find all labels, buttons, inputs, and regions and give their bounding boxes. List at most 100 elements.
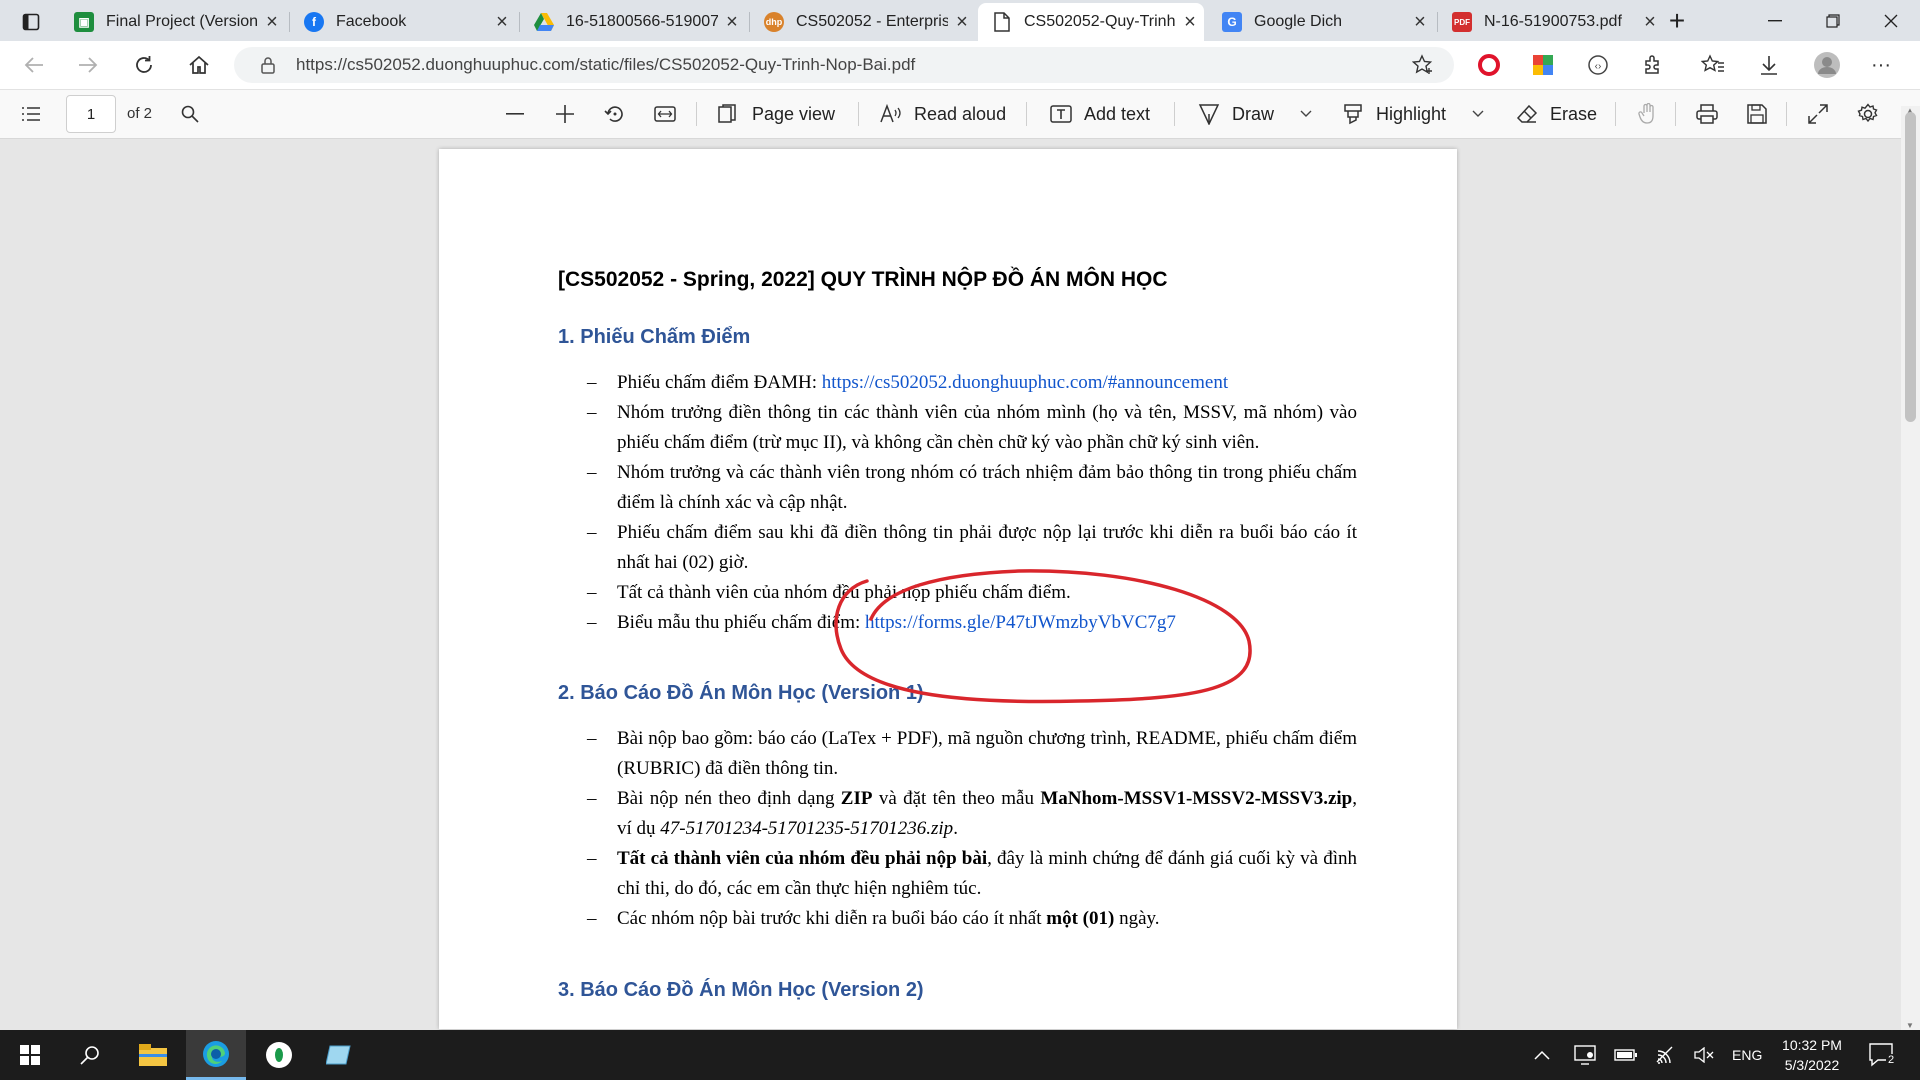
zoom-out-icon[interactable] (500, 100, 530, 128)
save-icon[interactable] (1742, 100, 1772, 128)
profile-avatar[interactable] (1812, 50, 1842, 80)
tab-enterprise[interactable]: dhp CS502052 - Enterprise × (750, 3, 976, 41)
tab-title: CS502052-Quy-Trinh- (1024, 13, 1176, 30)
fit-page-icon[interactable] (650, 100, 680, 128)
close-tab-icon[interactable]: × (1176, 11, 1204, 34)
close-tab-icon[interactable]: × (948, 11, 976, 34)
address-toolbar: https://cs502052.duonghuuphuc.com/static… (0, 41, 1920, 90)
clock-date: 5/3/2022 (1784, 1057, 1840, 1073)
tab-final-project[interactable]: ▣ Final Project (Version × (60, 3, 286, 41)
settings-gear-icon[interactable] (1853, 100, 1883, 128)
windows-taskbar: ENG 10:32 PM 5/3/2022 2 (0, 1030, 1920, 1080)
search-icon[interactable] (68, 1030, 112, 1080)
touch-writing-icon[interactable] (1632, 100, 1662, 128)
page-view-icon (718, 104, 736, 123)
opera-extension-icon[interactable] (1474, 50, 1504, 80)
restore-button[interactable] (1804, 0, 1862, 41)
pdf-page: [CS502052 - Spring, 2022] QUY TRÌNH NỘP … (439, 149, 1457, 1029)
close-tab-icon[interactable]: × (488, 11, 516, 34)
contents-icon[interactable] (16, 100, 46, 128)
tab-title: 16-51800566-519007 (566, 13, 718, 30)
add-text-icon (1050, 105, 1072, 123)
edge-browser-icon[interactable] (186, 1030, 246, 1080)
highlight-button[interactable]: Highlight (1342, 90, 1446, 138)
toolbar-divider (1174, 102, 1175, 126)
tab-facebook[interactable]: f Facebook × (290, 3, 516, 41)
input-language[interactable]: ENG (1732, 1030, 1762, 1080)
add-favorite-icon[interactable] (1410, 53, 1436, 77)
tab-quy-trinh-active[interactable]: CS502052-Quy-Trinh- × (978, 3, 1204, 41)
draw-icon (1198, 104, 1220, 125)
tab-pdf-file[interactable]: PDF N-16-51900753.pdf × (1438, 3, 1664, 41)
zoom-in-icon[interactable] (550, 100, 580, 128)
eraser-icon (1516, 104, 1538, 123)
notification-count: 2 (1886, 1054, 1897, 1066)
more-menu-icon[interactable]: ··· (1866, 50, 1896, 80)
highlight-icon (1344, 104, 1362, 125)
lock-icon[interactable] (258, 55, 278, 75)
file-explorer-icon[interactable] (130, 1030, 176, 1080)
toolbar-divider (858, 102, 859, 126)
classroom-icon: ▣ (74, 12, 94, 32)
draw-button[interactable]: Draw (1198, 90, 1274, 138)
volume-muted-icon[interactable] (1694, 1030, 1714, 1080)
forward-icon[interactable] (70, 48, 106, 82)
clock-time: 10:32 PM (1782, 1037, 1842, 1053)
clock[interactable]: 10:32 PM 5/3/2022 (1780, 1030, 1844, 1080)
address-bar[interactable]: https://cs502052.duonghuuphuc.com/static… (234, 47, 1454, 83)
pdf-toolbar: 1 of 2 Page view Read aloud Add text Dra… (0, 90, 1920, 139)
page-number-input[interactable]: 1 (66, 95, 116, 133)
facebook-icon: f (304, 12, 324, 32)
close-window-button[interactable] (1862, 0, 1920, 41)
tab-title: Facebook (336, 13, 407, 30)
windows-start-icon[interactable] (8, 1030, 52, 1080)
show-hidden-icons-chevron-icon[interactable] (1534, 1030, 1550, 1080)
toolbar-divider (1675, 102, 1676, 126)
page-view-button[interactable]: Page view (718, 90, 835, 138)
app-leaf-icon[interactable] (256, 1030, 302, 1080)
red-ink-circle-annotation (834, 569, 1252, 704)
draw-label: Draw (1232, 103, 1275, 124)
monitor-icon[interactable] (1574, 1030, 1596, 1080)
code-extension-icon[interactable]: ‹› (1583, 50, 1613, 80)
tab-actions-icon[interactable] (14, 6, 48, 38)
home-icon[interactable] (181, 48, 217, 82)
favorites-icon[interactable] (1698, 50, 1728, 80)
url-text[interactable]: https://cs502052.duonghuuphuc.com/static… (296, 55, 915, 75)
tab-google-dich[interactable]: G Google Dich × (1208, 3, 1434, 41)
erase-button[interactable]: Erase (1516, 90, 1597, 138)
notification-center-icon[interactable]: 2 (1868, 1030, 1897, 1080)
downloads-icon[interactable] (1754, 50, 1784, 80)
vertical-scrollbar[interactable]: ▲ ▼ (1901, 106, 1920, 1030)
draw-dropdown-chevron-icon[interactable] (1296, 104, 1316, 124)
page-total: of 2 (127, 105, 153, 122)
toolbar-divider (1615, 102, 1616, 126)
toolbar-divider (696, 102, 697, 126)
tab-google-drive[interactable]: 16-51800566-519007 × (520, 3, 746, 41)
minimize-button[interactable] (1746, 0, 1804, 41)
close-tab-icon[interactable]: × (718, 11, 746, 34)
tab-title: N-16-51900753.pdf (1484, 13, 1622, 30)
toolbar-divider (1026, 102, 1027, 126)
wifi-icon[interactable] (1656, 1030, 1678, 1080)
close-tab-icon[interactable]: × (1406, 11, 1434, 34)
refresh-icon[interactable] (126, 48, 162, 82)
tab-title: CS502052 - Enterprise (796, 13, 948, 30)
print-icon[interactable] (1692, 100, 1722, 128)
color-extension-icon[interactable] (1528, 50, 1558, 80)
extensions-icon[interactable] (1638, 50, 1668, 80)
highlight-dropdown-chevron-icon[interactable] (1468, 104, 1488, 124)
fullscreen-icon[interactable] (1803, 100, 1833, 128)
rotate-icon[interactable] (600, 100, 630, 128)
app-notes-icon[interactable] (316, 1030, 362, 1080)
add-text-button[interactable]: Add text (1050, 90, 1150, 138)
battery-icon[interactable] (1614, 1030, 1638, 1080)
back-icon[interactable] (16, 48, 52, 82)
new-tab-button[interactable]: + (1660, 4, 1694, 38)
close-tab-icon[interactable]: × (258, 11, 286, 34)
read-aloud-icon (880, 104, 901, 123)
scroll-down-arrow-icon[interactable]: ▼ (1906, 1021, 1914, 1030)
read-aloud-button[interactable]: Read aloud (880, 90, 1006, 138)
scrollbar-thumb[interactable] (1905, 112, 1916, 422)
search-icon[interactable] (176, 100, 204, 128)
